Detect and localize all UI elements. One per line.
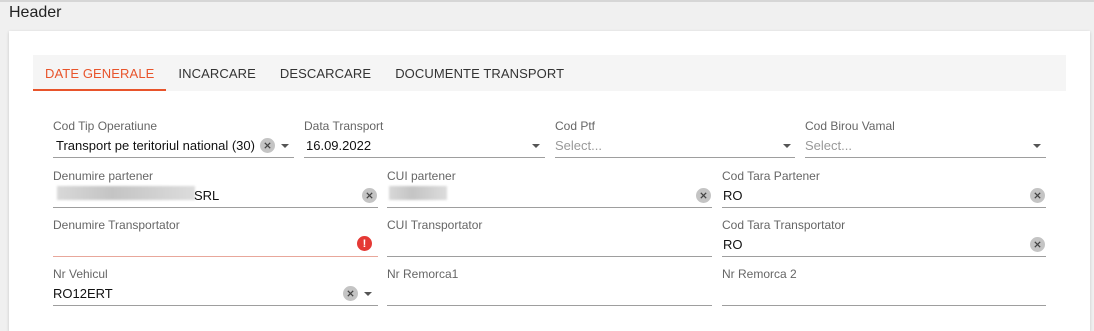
page-title: Header xyxy=(9,4,62,21)
cod-ptf-select[interactable]: Select... xyxy=(555,135,795,158)
field-label: Nr Vehicul xyxy=(53,267,108,281)
cod-birou-vamal-select[interactable]: Select... xyxy=(805,135,1046,158)
nr-remorca1-input[interactable] xyxy=(387,283,712,306)
data-transport-select[interactable]: 16.09.2022 xyxy=(304,135,545,158)
field-label: Cod Birou Vamal xyxy=(805,119,895,133)
tab-bar: DATE GENERALE INCARCARE DESCARCARE DOCUM… xyxy=(33,55,1066,91)
redacted-text xyxy=(389,186,447,200)
form-card: DATE GENERALE INCARCARE DESCARCARE DOCUM… xyxy=(9,31,1090,331)
chevron-down-icon[interactable] xyxy=(364,292,372,296)
clear-icon[interactable] xyxy=(260,138,275,153)
input-value: RO xyxy=(723,188,743,203)
cod-tara-transportator-input[interactable]: RO xyxy=(722,234,1046,257)
denumire-partener-input[interactable]: SRL xyxy=(53,185,378,208)
clear-icon[interactable] xyxy=(1030,188,1045,203)
chevron-down-icon[interactable] xyxy=(783,144,791,148)
nr-vehicul-select[interactable]: RO12ERT xyxy=(53,283,378,306)
input-value: RO xyxy=(723,237,743,252)
clear-icon[interactable] xyxy=(696,188,711,203)
select-value: Transport pe teritoriul national (30) xyxy=(56,138,255,153)
tab-date-generale[interactable]: DATE GENERALE xyxy=(33,55,167,91)
top-divider xyxy=(0,0,1094,2)
chevron-down-icon[interactable] xyxy=(281,144,289,148)
tab-documente-transport[interactable]: DOCUMENTE TRANSPORT xyxy=(383,55,576,91)
input-value: SRL xyxy=(194,188,220,203)
field-label: CUI Transportator xyxy=(387,218,483,232)
clear-icon[interactable] xyxy=(343,286,358,301)
clear-icon[interactable] xyxy=(1030,237,1045,252)
field-label: Denumire partener xyxy=(53,169,154,183)
chevron-down-icon[interactable] xyxy=(532,144,540,148)
field-label: Nr Remorca1 xyxy=(387,267,459,281)
field-label: Cod Ptf xyxy=(555,119,596,133)
cui-transportator-input[interactable] xyxy=(387,234,712,257)
tab-descarcare[interactable]: DESCARCARE xyxy=(268,55,383,91)
redacted-text xyxy=(57,186,195,200)
select-placeholder: Select... xyxy=(805,138,852,153)
field-label: Denumire Transportator xyxy=(53,218,180,232)
clear-icon[interactable] xyxy=(362,188,377,203)
field-label: CUI partener xyxy=(387,169,456,183)
error-icon: ! xyxy=(357,236,372,251)
field-label: Cod Tara Partener xyxy=(722,169,820,183)
select-placeholder: Select... xyxy=(555,138,602,153)
cod-tara-partener-input[interactable]: RO xyxy=(722,185,1046,208)
select-value: 16.09.2022 xyxy=(306,138,372,153)
cui-partener-input[interactable] xyxy=(387,185,712,208)
field-label: Nr Remorca 2 xyxy=(722,267,797,281)
nr-remorca2-input[interactable] xyxy=(722,283,1046,306)
field-label: Cod Tip Operatiune xyxy=(53,119,158,133)
denumire-transportator-input[interactable]: ! xyxy=(53,234,378,257)
field-label: Cod Tara Transportator xyxy=(722,218,846,232)
select-value: RO12ERT xyxy=(53,286,113,301)
chevron-down-icon[interactable] xyxy=(1033,144,1041,148)
tab-incarcare[interactable]: INCARCARE xyxy=(166,55,267,91)
cod-tip-operatiune-select[interactable]: Transport pe teritoriul national (30) xyxy=(53,135,294,158)
field-label: Data Transport xyxy=(304,119,384,133)
